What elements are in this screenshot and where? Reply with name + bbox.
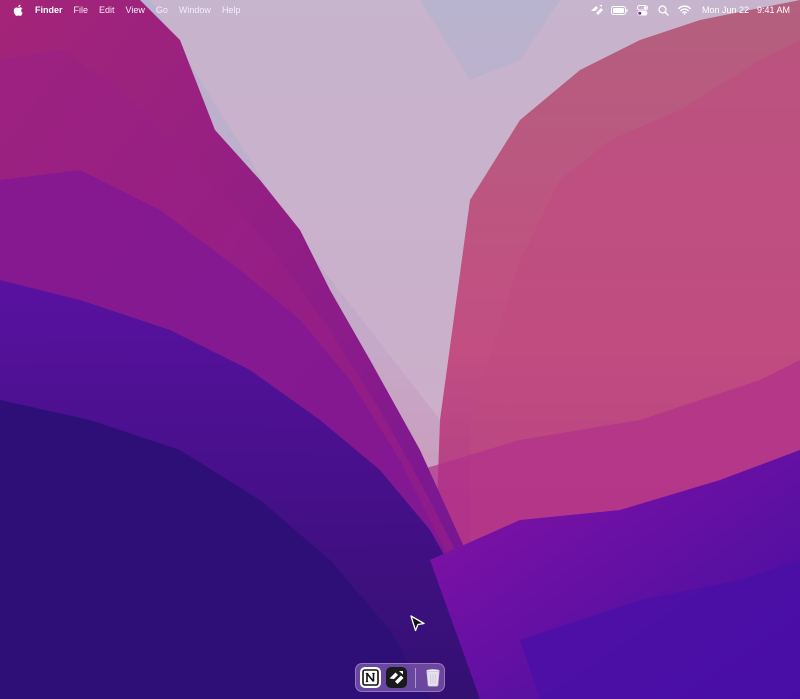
dock [355, 663, 445, 692]
menu-go[interactable]: Go [156, 0, 168, 20]
pixelmator-icon [389, 671, 404, 684]
menu-bar-date[interactable]: Mon Jun 22 [702, 5, 749, 15]
menu-app-name[interactable]: Finder [35, 0, 63, 20]
wallpaper [0, 0, 800, 699]
menu-edit[interactable]: Edit [99, 0, 115, 20]
trash-icon [425, 669, 440, 687]
menu-bar-left: Finder File Edit View Go Window Help [0, 0, 251, 20]
spotlight-search-icon[interactable] [657, 3, 671, 17]
control-center-icon[interactable] [636, 3, 650, 17]
dock-trash[interactable] [422, 667, 443, 688]
wifi-icon[interactable] [678, 3, 692, 17]
dock-divider [415, 667, 416, 688]
menu-bar-right: Mon Jun 22 9:41 AM [585, 0, 800, 20]
menu-help[interactable]: Help [222, 0, 241, 20]
dock-app-pixelmator[interactable] [386, 667, 407, 688]
menu-bar: Finder File Edit View Go Window Help Mon… [0, 0, 800, 20]
desktop[interactable]: Finder File Edit View Go Window Help Mon… [0, 0, 800, 699]
menu-bar-time[interactable]: 9:41 AM [757, 5, 790, 15]
menu-file[interactable]: File [74, 0, 89, 20]
notion-icon [362, 669, 379, 686]
pixelmator-icon[interactable] [590, 3, 604, 17]
dock-app-notion[interactable] [360, 667, 381, 688]
menu-view[interactable]: View [126, 0, 145, 20]
menu-window[interactable]: Window [179, 0, 211, 20]
mouse-pointer-icon [410, 615, 425, 632]
apple-logo-icon[interactable] [12, 3, 24, 17]
battery-icon[interactable] [611, 3, 629, 17]
